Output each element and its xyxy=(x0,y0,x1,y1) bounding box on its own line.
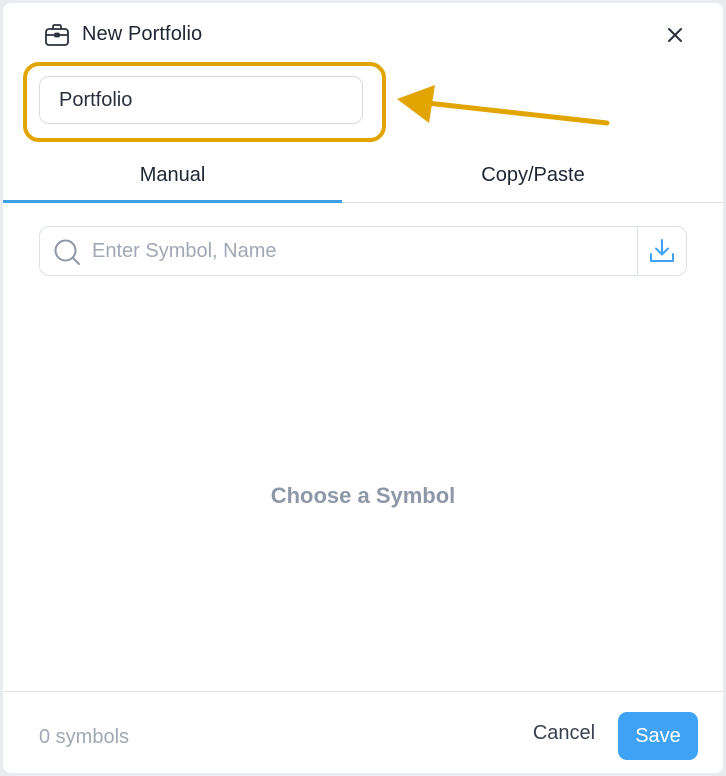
symbol-count: 0 symbols xyxy=(39,726,130,748)
cancel-button[interactable]: Cancel xyxy=(523,722,605,752)
save-button[interactable]: Save xyxy=(618,712,698,760)
import-button[interactable] xyxy=(638,227,687,275)
dialog-title: New Portfolio xyxy=(82,23,203,45)
download-icon xyxy=(650,239,674,262)
search-icon xyxy=(54,239,80,265)
dialog-header: New Portfolio xyxy=(3,3,723,65)
new-portfolio-dialog: New Portfolio Manual Copy/Paste Choose a… xyxy=(3,3,723,773)
briefcase-icon xyxy=(45,24,69,46)
tab-manual[interactable]: Manual xyxy=(3,153,342,203)
close-icon[interactable] xyxy=(660,20,690,50)
tab-copy-paste[interactable]: Copy/Paste xyxy=(362,153,704,203)
annotation-arrow-icon xyxy=(397,85,610,126)
symbol-search-box xyxy=(39,226,687,276)
tab-bar: Manual Copy/Paste xyxy=(3,153,723,203)
dialog-footer: 0 symbols Cancel Save xyxy=(3,691,723,773)
empty-state-message: Choose a Symbol xyxy=(270,483,456,508)
symbol-search-input[interactable] xyxy=(90,228,630,274)
portfolio-name-input[interactable] xyxy=(39,76,363,124)
